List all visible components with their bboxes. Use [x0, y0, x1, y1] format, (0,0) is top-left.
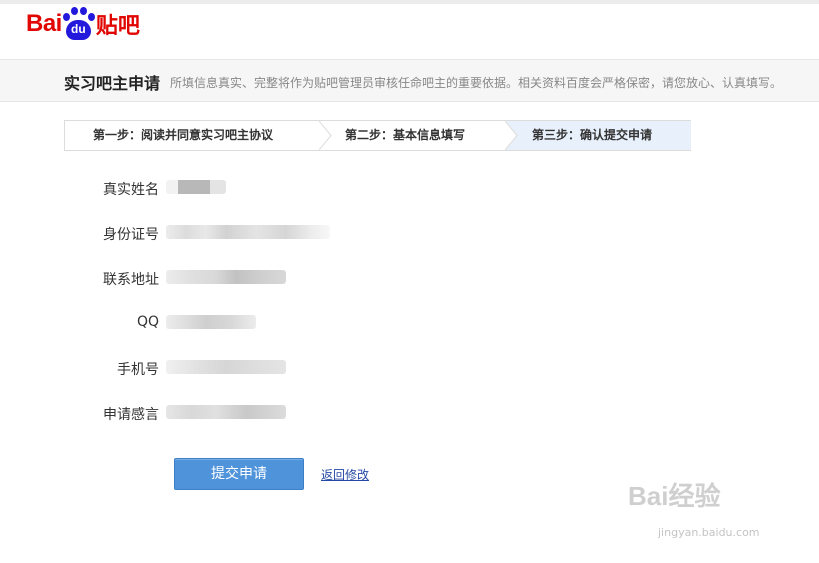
logo-du-text: du [71, 22, 86, 36]
step-separator-icon [505, 121, 518, 150]
redacted-value [166, 180, 226, 194]
field-real-name: 真实姓名 [0, 176, 819, 200]
field-address: 联系地址 [0, 266, 819, 290]
back-to-edit-link[interactable]: 返回修改 [321, 466, 369, 483]
watermark-url: jingyan.baidu.com [658, 526, 760, 539]
step-2: 第二步：基本信息填写 [319, 121, 505, 150]
page-description: 所填信息真实、完整将作为贴吧管理员审核任命吧主的重要依据。相关资料百度会严格保密… [170, 76, 783, 90]
page-title: 实习吧主申请 [64, 74, 161, 93]
step-3-active: 第三步：确认提交申请 [505, 121, 691, 150]
step-2-label: 第二步：基本信息填写 [345, 128, 466, 142]
logo-bai-text: Bai [26, 10, 62, 37]
redacted-value [166, 360, 286, 374]
field-mobile: 手机号 [0, 356, 819, 380]
field-label: QQ [136, 314, 159, 330]
submit-application-button[interactable]: 提交申请 [174, 458, 304, 490]
page-header: 实习吧主申请 所填信息真实、完整将作为贴吧管理员审核任命吧主的重要依据。相关资料… [0, 59, 819, 102]
redacted-value [166, 270, 286, 284]
field-id-number: 身份证号 [0, 221, 819, 245]
field-label: 真实姓名 [103, 182, 159, 198]
redacted-value [166, 405, 286, 419]
logo-tieba-text: 贴吧 [95, 14, 140, 39]
baidu-tieba-logo[interactable]: Bai du 贴吧 [26, 6, 140, 42]
redacted-value [166, 225, 330, 239]
field-label: 手机号 [117, 362, 159, 378]
step-1-label: 第一步：阅读并同意实习吧主协议 [93, 128, 274, 142]
field-label: 联系地址 [103, 272, 159, 288]
step-indicator: 第一步：阅读并同意实习吧主协议 第二步：基本信息填写 第三步：确认提交申请 [64, 120, 691, 151]
watermark: Bai经验 jingyan.baidu.com [628, 476, 778, 546]
step-1: 第一步：阅读并同意实习吧主协议 [65, 121, 319, 150]
field-statement: 申请感言 [0, 401, 819, 425]
redacted-value [166, 315, 256, 329]
top-border [0, 0, 819, 4]
field-qq: QQ [0, 311, 819, 335]
watermark-logo: Bai经验 [628, 481, 721, 511]
field-label: 申请感言 [103, 407, 159, 423]
step-3-label: 第三步：确认提交申请 [532, 128, 653, 142]
field-label: 身份证号 [103, 227, 159, 243]
paw-icon: du [62, 7, 95, 41]
